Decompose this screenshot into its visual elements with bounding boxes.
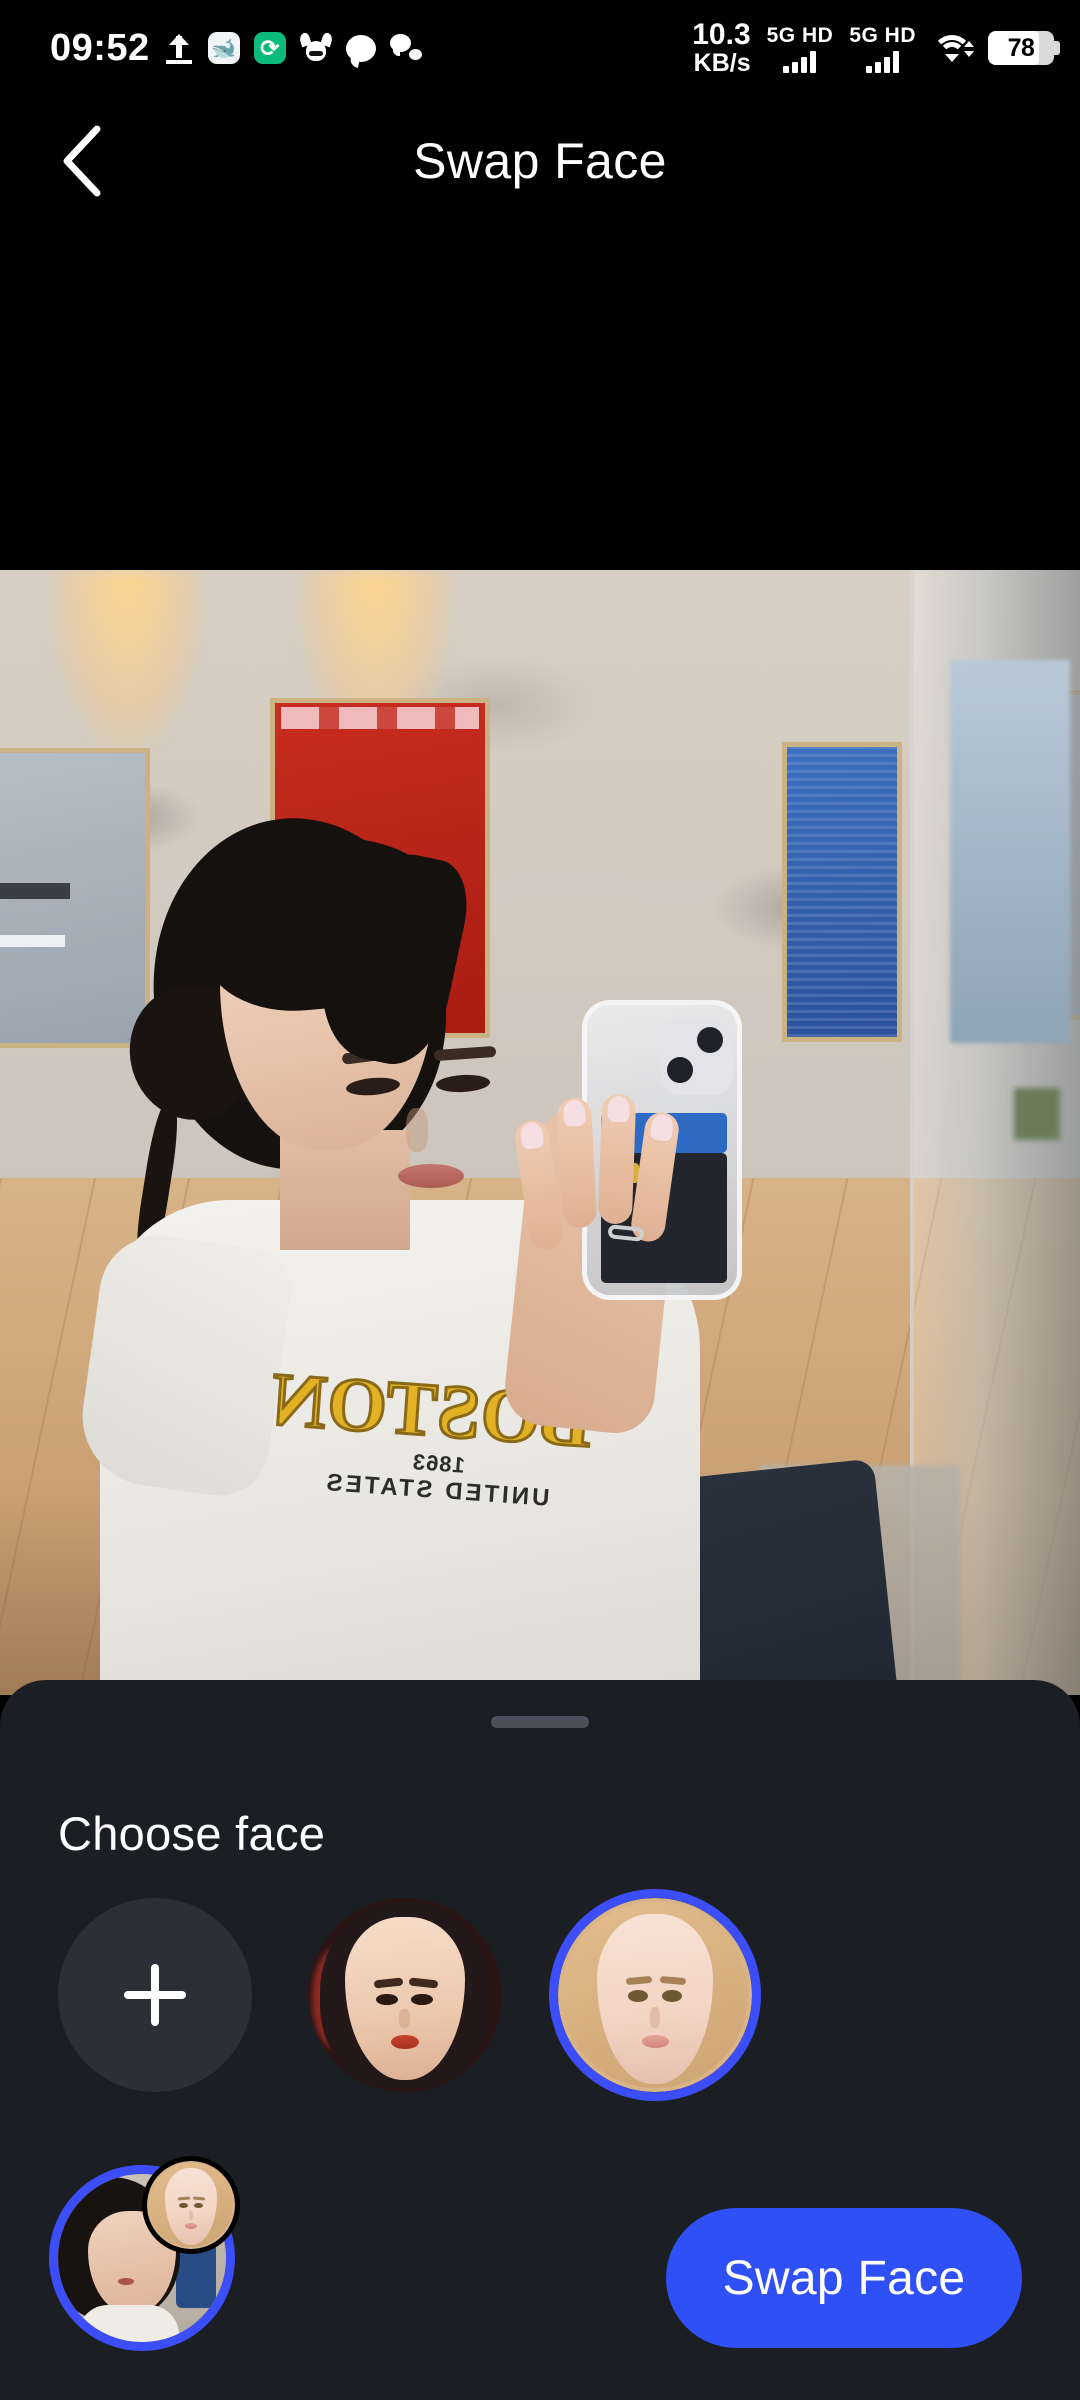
action-row: Swap Face xyxy=(0,2140,1080,2400)
tshirt-sleeve xyxy=(73,1227,297,1503)
sim2-bars-icon xyxy=(866,50,900,73)
add-face-button[interactable] xyxy=(58,1898,252,2092)
chat-bubble-icon xyxy=(345,34,376,62)
status-bar-right: 10.3 KB/s 5G HD 5G HD 78 xyxy=(692,17,1060,77)
target-face-chip[interactable] xyxy=(58,2156,240,2342)
phone-screen: 09:52 🐋 ⟳ 10.3 KB/s 5G HD 5G HD 78 Swap … xyxy=(0,0,1080,2400)
app-header: Swap Face xyxy=(0,96,1080,226)
sim2-label: 5G HD xyxy=(849,23,916,47)
network-speed: 10.3 KB/s xyxy=(692,17,751,77)
choose-face-title: Choose face xyxy=(58,1807,326,1860)
swap-face-button[interactable]: Swap Face xyxy=(666,2208,1022,2348)
sim1-signal: 5G HD xyxy=(767,24,834,73)
status-clock: 09:52 xyxy=(50,27,150,69)
status-bar: 09:52 🐋 ⟳ 10.3 KB/s 5G HD 5G HD 78 xyxy=(0,0,1080,96)
ceiling-light-left xyxy=(52,570,202,750)
finger-ring xyxy=(607,1224,645,1242)
hand xyxy=(512,1068,692,1278)
battery-icon: 78 xyxy=(988,31,1060,65)
wall-panel-blue xyxy=(782,742,902,1042)
wifi-icon xyxy=(932,33,974,63)
sim1-label: 5G HD xyxy=(766,23,834,47)
wall-panel-gray-left xyxy=(0,748,150,1048)
network-speed-value: 10.3 xyxy=(692,17,751,51)
page-title: Swap Face xyxy=(413,133,667,189)
whale-app-icon: 🐋 xyxy=(207,32,240,64)
sim1-bars-icon xyxy=(783,50,817,73)
upload-icon xyxy=(164,32,194,64)
network-speed-unit: KB/s xyxy=(693,48,751,77)
sheet-drag-handle[interactable] xyxy=(491,1716,589,1728)
status-bar-left: 09:52 🐋 ⟳ xyxy=(50,29,424,67)
wechat-icon xyxy=(389,34,424,62)
target-face-badge xyxy=(142,2156,240,2254)
ox-app-icon xyxy=(297,31,334,63)
person-in-video: BOSTON 1863 UNITED STATES xyxy=(73,800,905,1695)
face-option-blonde[interactable] xyxy=(558,1898,752,2092)
plus-icon xyxy=(124,1964,186,2026)
face-option-dark-bob[interactable] xyxy=(308,1898,502,2092)
sim2-signal: 5G HD xyxy=(849,24,916,73)
choose-face-sheet: Choose face Swap Face xyxy=(0,1680,1080,2400)
face-option-list xyxy=(58,1898,752,2092)
video-preview[interactable]: BOSTON 1863 UNITED STATES xyxy=(0,570,1080,1695)
battery-percent-label: 78 xyxy=(1007,33,1035,62)
green-swirl-app-icon: ⟳ xyxy=(253,32,286,64)
